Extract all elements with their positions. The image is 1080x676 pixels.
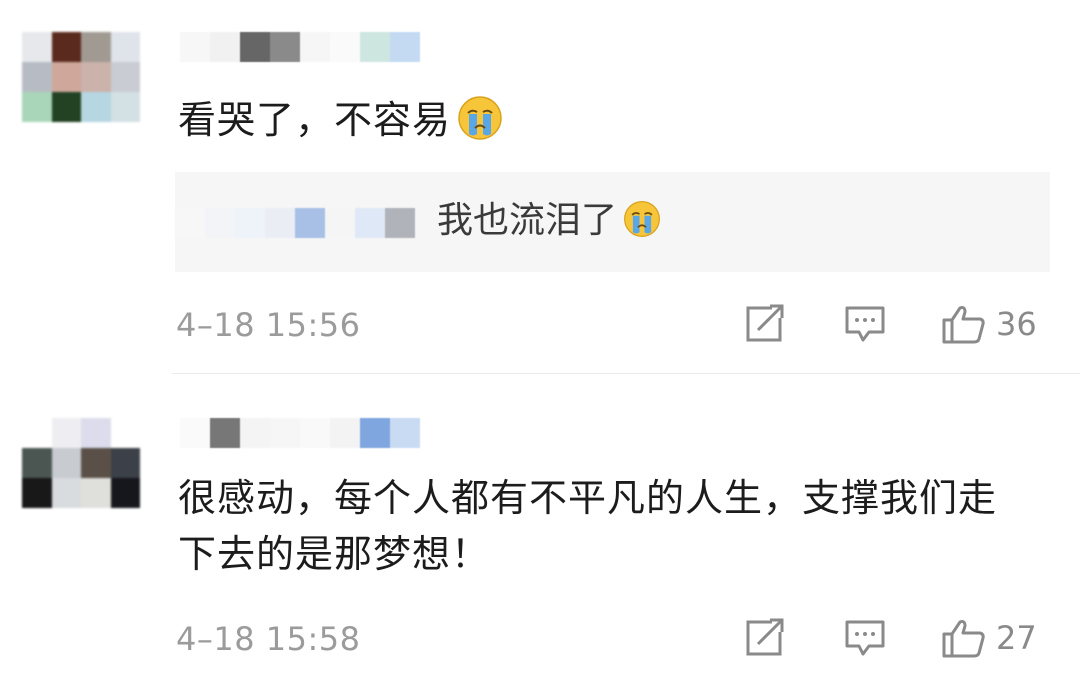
crying-face-emoji	[457, 95, 503, 141]
username[interactable]	[180, 32, 420, 62]
comment-icon	[843, 304, 887, 344]
reply-text: 我也流泪了	[437, 196, 661, 246]
comment-footer: 4–18 15:56 36	[0, 300, 1080, 350]
comment-footer: 4–18 15:58 27	[0, 614, 1080, 664]
like-count: 36	[996, 305, 1037, 343]
comment-text: 看哭了，不容易	[178, 92, 1030, 148]
share-button[interactable]	[742, 618, 786, 658]
comment-item: 看哭了，不容易 我也流泪了 4–18 15:56 36	[0, 0, 1080, 372]
comment-text: 很感动，每个人都有不平凡的人生，支撑我们走下去的是那梦想！	[178, 476, 998, 576]
share-icon	[742, 618, 786, 658]
username[interactable]	[180, 418, 420, 448]
comment-button[interactable]	[843, 618, 887, 658]
crying-face-emoji	[623, 200, 661, 238]
comment-icon	[843, 618, 887, 658]
like-button[interactable]: 36	[940, 304, 1037, 344]
thumbs-up-icon	[940, 304, 986, 344]
comment-button[interactable]	[843, 304, 887, 344]
reply-box[interactable]: 我也流泪了	[175, 172, 1050, 272]
share-button[interactable]	[742, 304, 786, 344]
timestamp: 4–18 15:58	[176, 620, 361, 658]
thumbs-up-icon	[940, 618, 986, 658]
timestamp: 4–18 15:56	[176, 306, 361, 344]
reply-username[interactable]	[175, 208, 415, 238]
comment-item: 很感动，每个人都有不平凡的人生，支撑我们走下去的是那梦想！ 4–18 15:58…	[0, 374, 1080, 676]
like-button[interactable]: 27	[940, 618, 1037, 658]
like-count: 27	[996, 619, 1037, 657]
avatar[interactable]	[22, 32, 140, 122]
avatar[interactable]	[22, 418, 140, 508]
share-icon	[742, 304, 786, 344]
